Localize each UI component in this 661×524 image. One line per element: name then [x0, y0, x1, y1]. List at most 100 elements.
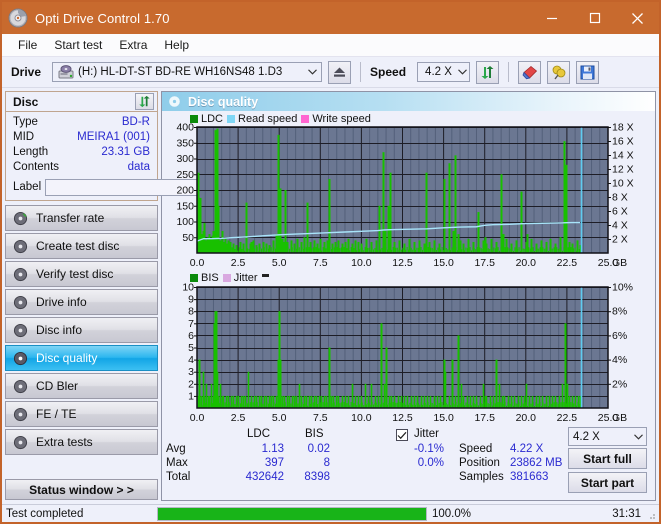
- stats-max-ldc: 397: [264, 457, 284, 469]
- sidebar-item-verify-test-disc[interactable]: Verify test disc: [5, 261, 158, 287]
- sidebar-item-extra-tests[interactable]: Extra tests: [5, 429, 158, 455]
- maximize-icon[interactable]: [573, 2, 616, 34]
- disc-refresh-button[interactable]: [135, 93, 154, 110]
- svg-text:16 X: 16 X: [612, 136, 634, 148]
- start-full-button[interactable]: Start full: [568, 448, 647, 469]
- svg-text:10%: 10%: [612, 282, 633, 294]
- legend-swatch-bis: [190, 274, 198, 282]
- refresh-icon: [481, 65, 494, 79]
- erase-button[interactable]: [518, 60, 542, 84]
- menu-item-help[interactable]: Help: [156, 36, 197, 54]
- disc-row-length: Length 23.31 GB: [13, 145, 150, 160]
- svg-text:8: 8: [188, 306, 194, 318]
- sidebar-item-fe-te[interactable]: FE / TE: [5, 401, 158, 427]
- speed-select[interactable]: 4.2 X: [417, 62, 471, 82]
- svg-text:10 X: 10 X: [612, 178, 634, 190]
- drive-value: (H:) HL-DT-ST BD-RE WH16NS48 1.D3: [78, 66, 283, 78]
- jitter-value-1: -0.1%: [413, 443, 444, 455]
- sidebar-item-create-test-disc[interactable]: Create test disc: [5, 233, 158, 259]
- svg-text:14 X: 14 X: [612, 150, 634, 162]
- svg-text:7.5: 7.5: [313, 412, 328, 424]
- minimize-icon[interactable]: [530, 2, 573, 34]
- sidebar-item-label: FE / TE: [36, 407, 77, 421]
- legend-swatch-ldc: [190, 115, 198, 123]
- chevron-down-icon[interactable]: [456, 63, 469, 81]
- resize-grip-icon[interactable]: [646, 510, 656, 520]
- svg-text:0.0: 0.0: [190, 257, 205, 269]
- sidebar-item-label: Disc info: [36, 323, 83, 337]
- test-speed-select[interactable]: 4.2 X: [568, 427, 647, 446]
- jitter-checkbox[interactable]: [396, 429, 408, 441]
- disc-icon: [13, 351, 28, 365]
- disc-key-length: Length: [13, 146, 49, 158]
- legend-swatch-jitter: [222, 274, 231, 282]
- app-disc-icon: [8, 8, 28, 28]
- bis-legend: BIS Jitter: [190, 272, 269, 284]
- eject-button[interactable]: [328, 60, 352, 84]
- sidebar-item-drive-info[interactable]: Drive info: [5, 289, 158, 315]
- svg-text:6%: 6%: [612, 330, 627, 342]
- refresh-icon: [139, 95, 150, 108]
- sidebar: Disc Type BD-R MID MEIRA1 (001) Length 2…: [2, 88, 249, 503]
- svg-text:350: 350: [176, 137, 194, 149]
- disc-value-type: BD-R: [121, 116, 150, 128]
- sidebar-item-label: Verify test disc: [36, 267, 114, 281]
- chevron-down-icon[interactable]: [304, 63, 321, 81]
- menu-item-start-test[interactable]: Start test: [46, 36, 110, 54]
- svg-text:15.0: 15.0: [433, 412, 454, 424]
- samples-stat-value: 381663: [510, 471, 549, 483]
- svg-text:6: 6: [188, 330, 194, 342]
- speed-label: Speed: [370, 65, 407, 79]
- legend-ldc: LDC: [190, 113, 223, 125]
- position-stat-value: 23862 MB: [510, 457, 563, 469]
- position-stat-label: Position: [459, 457, 500, 469]
- save-button[interactable]: [576, 60, 600, 84]
- drive-select[interactable]: (H:) HL-DT-ST BD-RE WH16NS48 1.D3: [52, 62, 323, 82]
- chevron-down-icon[interactable]: [630, 433, 646, 440]
- svg-text:8%: 8%: [612, 306, 627, 318]
- disc-row-type: Type BD-R: [13, 115, 150, 130]
- stats-panel: LDC BIS Avg 1.13 0.02 Max 397 8 Total 43…: [162, 426, 655, 500]
- svg-text:4%: 4%: [612, 354, 627, 366]
- svg-text:2.5: 2.5: [231, 257, 246, 269]
- disc-icon: [13, 267, 28, 281]
- sidebar-item-cd-bler[interactable]: CD Bler: [5, 373, 158, 399]
- svg-text:12.5: 12.5: [392, 257, 413, 269]
- stats-avg-bis: 0.02: [307, 443, 330, 455]
- sidebar-item-label: Extra tests: [36, 435, 93, 449]
- disc-panel-header: Disc: [6, 92, 157, 112]
- status-window-button[interactable]: Status window > >: [5, 479, 158, 500]
- legend-jitter: Jitter: [222, 272, 258, 284]
- start-part-button[interactable]: Start part: [568, 472, 647, 493]
- svg-text:250: 250: [176, 169, 194, 181]
- speed-stat-value: 4.22 X: [510, 443, 544, 455]
- ldc-legend: LDC Read speed Write speed: [190, 113, 371, 125]
- svg-text:18 X: 18 X: [612, 122, 634, 134]
- legend-marker-extra: [261, 273, 269, 277]
- sidebar-item-disc-quality[interactable]: Disc quality: [5, 345, 158, 371]
- menu-item-file[interactable]: File: [10, 36, 45, 54]
- sidebar-item-label: Drive info: [36, 295, 87, 309]
- elapsed-time: 31:31: [612, 507, 641, 520]
- refresh-button[interactable]: [476, 60, 500, 84]
- sidebar-item-disc-info[interactable]: Disc info: [5, 317, 158, 343]
- menu-bar: File Start test Extra Help: [2, 34, 659, 57]
- disc-icon: [13, 379, 28, 393]
- disc-row-contents: Contents data: [13, 160, 150, 175]
- toolbar-separator: [360, 62, 362, 82]
- svg-text:22.5: 22.5: [557, 412, 578, 424]
- settings-button[interactable]: [547, 60, 571, 84]
- eraser-icon: [522, 65, 537, 79]
- svg-text:4 X: 4 X: [612, 220, 628, 232]
- sidebar-item-transfer-rate[interactable]: Transfer rate: [5, 205, 158, 231]
- plug-icon: [552, 65, 565, 79]
- nav-list: Transfer rate Create test disc Verify te…: [5, 205, 158, 455]
- close-icon[interactable]: [616, 2, 659, 34]
- disc-label-key: Label: [13, 181, 42, 193]
- legend-read-speed: Read speed: [227, 113, 297, 125]
- progress-fill: [158, 507, 426, 520]
- menu-item-extra[interactable]: Extra: [111, 36, 155, 54]
- ldc-chart: LDC Read speed Write speed 50 100 150 200 25…: [164, 113, 653, 271]
- svg-text:15.0: 15.0: [433, 257, 454, 269]
- page-title: Disc quality: [188, 94, 259, 109]
